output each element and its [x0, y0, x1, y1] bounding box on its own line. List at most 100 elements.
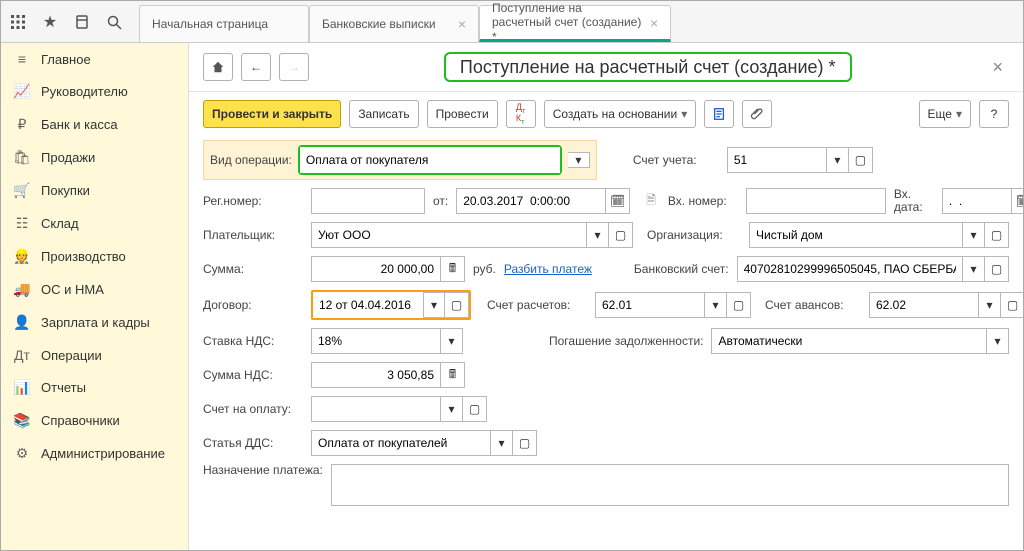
- search-icon[interactable]: [105, 13, 123, 31]
- calendar-icon[interactable]: 🗓: [1012, 188, 1023, 214]
- split-payment-link[interactable]: Разбить платеж: [504, 262, 592, 276]
- payer-label: Плательщик:: [203, 228, 303, 242]
- adv-dropdown[interactable]: ▾: [979, 292, 1001, 318]
- ext-num-field[interactable]: [746, 188, 886, 214]
- bank-label: Банковский счет:: [634, 263, 729, 276]
- org-field[interactable]: [749, 222, 963, 248]
- org-open[interactable]: ▢: [985, 222, 1009, 248]
- nav-label: Отчеты: [41, 380, 86, 395]
- invoice-field[interactable]: [311, 396, 441, 422]
- menu-icon: ≡: [13, 51, 31, 67]
- nav-hr[interactable]: 👤Зарплата и кадры: [1, 306, 188, 339]
- history-icon[interactable]: [73, 13, 91, 31]
- create-based-button[interactable]: Создать на основании▾: [544, 100, 697, 128]
- calculator-icon[interactable]: 🖩: [441, 256, 465, 282]
- org-dropdown[interactable]: ▾: [963, 222, 985, 248]
- incoming-doc-icon: 🗎: [646, 191, 656, 212]
- tab-receipt-create[interactable]: Поступление на расчетный счет (создание)…: [479, 5, 671, 42]
- invoice-open[interactable]: ▢: [463, 396, 487, 422]
- nav-reports[interactable]: 📊 Отчеты: [1, 371, 188, 404]
- attach-button[interactable]: [742, 100, 772, 128]
- tab-bank-statements[interactable]: Банковские выписки×: [309, 5, 479, 42]
- adv-open[interactable]: ▢: [1001, 292, 1023, 318]
- vat-rate-dropdown[interactable]: ▾: [441, 328, 463, 354]
- home-button[interactable]: [203, 53, 233, 81]
- invoice-dropdown[interactable]: ▾: [441, 396, 463, 422]
- contract-dropdown[interactable]: ▾: [423, 292, 445, 318]
- bank-open[interactable]: ▢: [985, 256, 1009, 282]
- reg-number-field[interactable]: [311, 188, 425, 214]
- document-icon-button[interactable]: [704, 100, 734, 128]
- op-type-select[interactable]: [300, 147, 560, 173]
- nav-manager[interactable]: 📈Руководителю: [1, 75, 188, 108]
- more-button[interactable]: Еще▾: [919, 100, 971, 128]
- nav-label: Продажи: [41, 150, 95, 165]
- payer-dropdown[interactable]: ▾: [587, 222, 609, 248]
- nav-label: Операции: [41, 348, 102, 363]
- dds-open[interactable]: ▢: [513, 430, 537, 456]
- account-open[interactable]: ▢: [849, 147, 873, 173]
- nav-label: Производство: [41, 249, 126, 264]
- close-icon[interactable]: ×: [650, 15, 658, 31]
- nav-label: Банк и касса: [41, 117, 118, 132]
- calendar-icon[interactable]: 🗓: [606, 188, 630, 214]
- nav-bank[interactable]: ₽Банк и касса: [1, 108, 188, 141]
- account-field[interactable]: [727, 147, 827, 173]
- nav-admin[interactable]: ⚙Администрирование: [1, 437, 188, 470]
- ext-num-label: Вх. номер:: [668, 194, 738, 208]
- tab-start[interactable]: Начальная страница: [139, 5, 309, 42]
- save-button[interactable]: Записать: [349, 100, 418, 128]
- bank-account-field[interactable]: [737, 256, 963, 282]
- nav-catalogs[interactable]: 📚Справочники: [1, 404, 188, 437]
- post-and-close-button[interactable]: Провести и закрыть: [203, 100, 341, 128]
- bag-icon: 🛍: [13, 149, 31, 166]
- doc-date-field[interactable]: [456, 188, 606, 214]
- nav-production[interactable]: 👷Производство: [1, 240, 188, 273]
- boxes-icon: ☷: [13, 215, 31, 232]
- close-icon[interactable]: ×: [458, 16, 466, 32]
- help-button[interactable]: ?: [979, 100, 1009, 128]
- nav-sales[interactable]: 🛍 Продажи: [1, 141, 188, 174]
- star-icon[interactable]: ★: [41, 13, 59, 31]
- payer-open[interactable]: ▢: [609, 222, 633, 248]
- ext-date-field[interactable]: [942, 188, 1012, 214]
- debt-label: Погашение задолженности:: [549, 335, 703, 348]
- back-button[interactable]: ←: [241, 53, 271, 81]
- vat-rate-field[interactable]: [311, 328, 441, 354]
- nav-main[interactable]: ≡Главное: [1, 43, 188, 75]
- contract-open[interactable]: ▢: [445, 292, 469, 318]
- close-page-button[interactable]: ×: [986, 57, 1009, 78]
- debt-dropdown[interactable]: ▾: [987, 328, 1009, 354]
- sum-field[interactable]: [311, 256, 441, 282]
- bar-chart-icon: 📊: [13, 379, 31, 396]
- nav-ops[interactable]: ДтОперации: [1, 339, 188, 371]
- contract-field[interactable]: [313, 292, 423, 318]
- dtkt-button[interactable]: ДтКт: [506, 100, 536, 128]
- vat-sum-label: Сумма НДС:: [203, 368, 303, 382]
- forward-button[interactable]: →: [279, 53, 309, 81]
- adv-field[interactable]: [869, 292, 979, 318]
- nav-purchases[interactable]: 🛒Покупки: [1, 174, 188, 207]
- gear-icon: ⚙: [13, 445, 31, 462]
- calculator-icon[interactable]: 🖩: [441, 362, 465, 388]
- main-area: ← → Поступление на расчетный счет (созда…: [189, 43, 1023, 550]
- purpose-textarea[interactable]: [331, 464, 1009, 506]
- ar-open[interactable]: ▢: [727, 292, 751, 318]
- op-type-dropdown[interactable]: ▾: [568, 152, 590, 168]
- ar-dropdown[interactable]: ▾: [705, 292, 727, 318]
- dds-field[interactable]: [311, 430, 491, 456]
- payer-field[interactable]: [311, 222, 587, 248]
- ar-label: Счет расчетов:: [487, 298, 587, 312]
- ar-field[interactable]: [595, 292, 705, 318]
- nav-label: Склад: [41, 216, 79, 231]
- dds-dropdown[interactable]: ▾: [491, 430, 513, 456]
- nav-stock[interactable]: ☷ Склад: [1, 207, 188, 240]
- bank-dropdown[interactable]: ▾: [963, 256, 985, 282]
- debt-mode-field[interactable]: [711, 328, 987, 354]
- account-dropdown[interactable]: ▾: [827, 147, 849, 173]
- vat-sum-field[interactable]: [311, 362, 441, 388]
- apps-icon[interactable]: [9, 13, 27, 31]
- nav-assets[interactable]: 🚚ОС и НМА: [1, 273, 188, 306]
- truck-icon: 🚚: [13, 281, 31, 298]
- post-button[interactable]: Провести: [427, 100, 498, 128]
